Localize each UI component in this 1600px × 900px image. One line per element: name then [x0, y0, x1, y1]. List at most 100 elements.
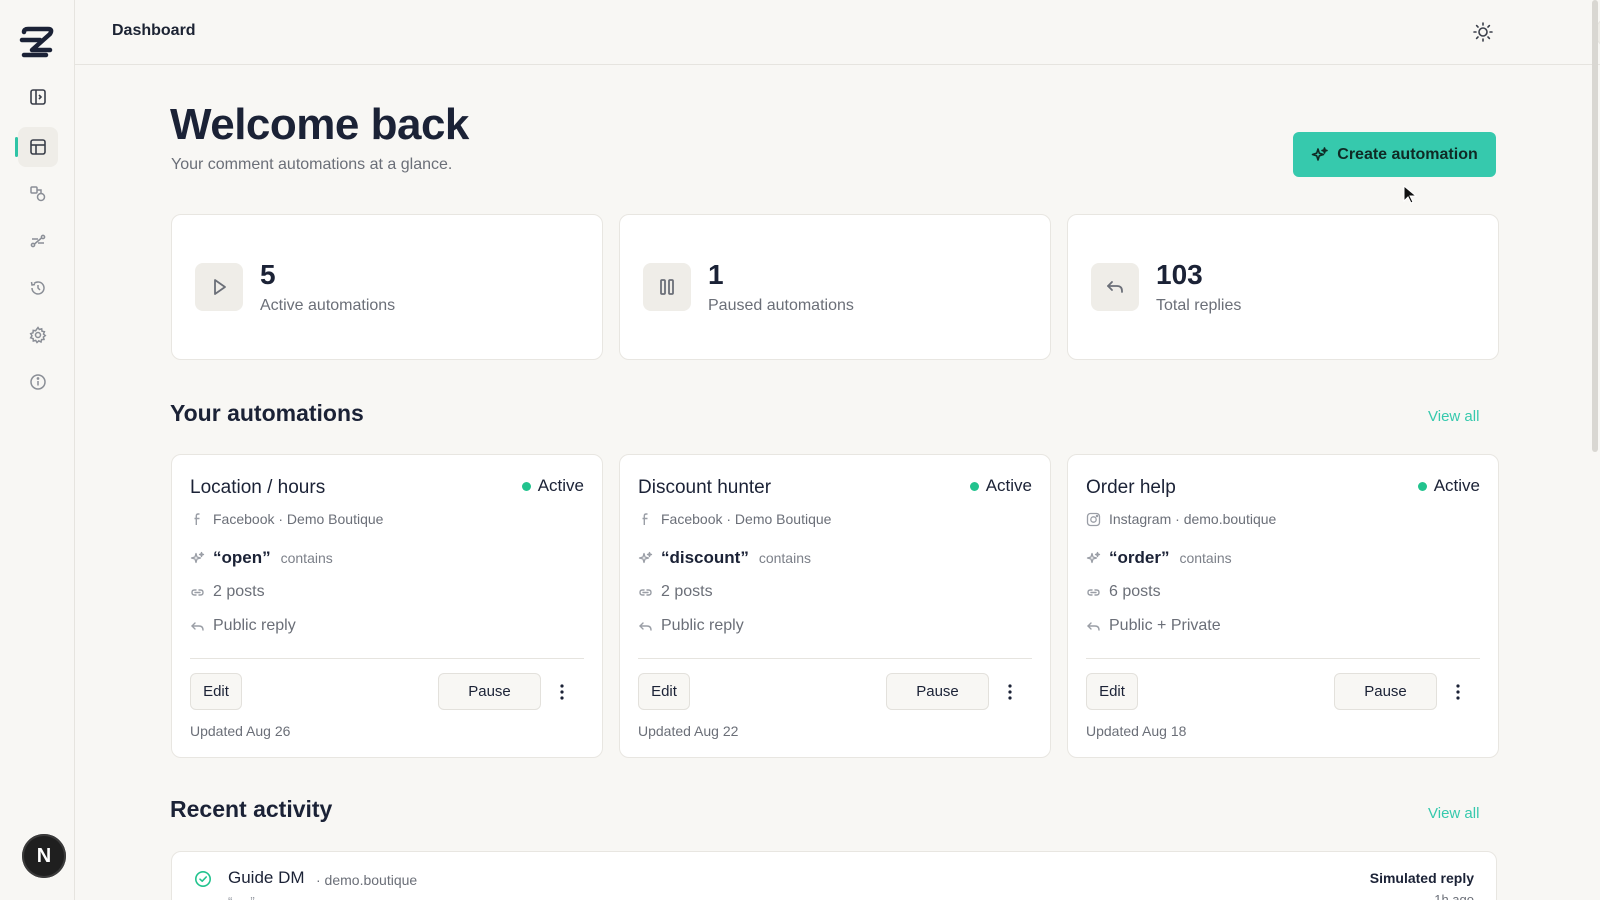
match-type: contains — [1179, 550, 1232, 566]
sparkles-icon — [1086, 551, 1101, 563]
page-header-title: Dashboard — [112, 22, 196, 39]
create-automation-label: Create automation — [1337, 145, 1478, 163]
page-subtitle: Your comment automations at a glance. — [171, 156, 453, 173]
sparkles-icon — [638, 551, 653, 563]
activity-status: Simulated reply — [1369, 870, 1474, 886]
automations-section-title: Your automations — [170, 400, 364, 426]
toggle-sidebar-button[interactable] — [18, 77, 58, 117]
layout-icon — [30, 139, 46, 155]
reply-row: Public reply — [638, 617, 744, 635]
edit-button[interactable]: Edit — [190, 673, 242, 710]
history-icon — [30, 281, 45, 295]
pause-button[interactable]: Pause — [1334, 673, 1437, 710]
facebook-icon — [194, 512, 200, 525]
reply-icon — [1087, 621, 1100, 631]
status-label: Active — [537, 476, 584, 495]
automation-card[interactable]: Location / hours Active Facebook · Demo … — [171, 454, 603, 758]
pause-button[interactable]: Pause — [438, 673, 541, 710]
scrollbar-thumb[interactable] — [1592, 0, 1598, 452]
info-icon — [30, 374, 46, 390]
updated-date: Updated Aug 22 — [638, 723, 739, 739]
reply-row: Public + Private — [1086, 617, 1221, 635]
sidebar-item-dashboard[interactable] — [15, 127, 58, 167]
pause-button[interactable]: Pause — [886, 673, 989, 710]
activity-account: · demo.boutique — [316, 872, 418, 888]
sidebar-toggle-icon — [30, 89, 46, 105]
posts-count: 2 posts — [213, 583, 265, 600]
more-vertical-icon[interactable] — [1447, 681, 1469, 703]
keyword-row: “open” contains — [190, 548, 333, 568]
scrollbar[interactable] — [1590, 0, 1600, 900]
sidebar-item-settings[interactable] — [18, 315, 58, 355]
match-type: contains — [280, 550, 333, 566]
sidebar-item-info[interactable] — [18, 362, 58, 402]
sidebar: N — [0, 0, 75, 900]
stat-label: Total replies — [1156, 297, 1242, 314]
edit-button[interactable]: Edit — [1086, 673, 1138, 710]
mouse-cursor-icon — [1403, 185, 1418, 204]
platform-label: Facebook · Demo Boutique — [661, 511, 832, 527]
reply-icon — [1091, 263, 1139, 311]
sparkles-icon — [1311, 146, 1329, 161]
shapes-icon — [30, 186, 46, 202]
posts-count: 2 posts — [661, 583, 713, 600]
sidebar-item-history[interactable] — [18, 268, 58, 308]
stat-value: 5 — [260, 259, 276, 290]
facebook-icon — [642, 512, 648, 525]
reply-type: Public reply — [213, 617, 296, 634]
workspace-badge[interactable]: N — [22, 834, 66, 878]
link-icon — [1087, 588, 1100, 596]
more-vertical-icon[interactable] — [551, 681, 573, 703]
play-icon — [195, 263, 243, 311]
activity-item[interactable]: Guide DM · demo.boutique “ ... ” Simulat… — [171, 851, 1497, 900]
platform-row: Facebook · Demo Boutique — [638, 511, 831, 527]
stat-value: 1 — [708, 259, 724, 290]
keyword-row: “discount” contains — [638, 548, 811, 568]
activity-section-title: Recent activity — [170, 796, 333, 822]
status-label: Active — [985, 476, 1032, 495]
keyword: “order” — [1109, 548, 1170, 567]
gear-icon — [29, 326, 47, 344]
sun-icon[interactable] — [1471, 20, 1495, 44]
link-icon — [639, 588, 652, 596]
pause-icon — [643, 263, 691, 311]
view-all-activity-link[interactable]: View all — [1428, 805, 1479, 822]
edit-button[interactable]: Edit — [638, 673, 690, 710]
status-badge: Active — [521, 476, 584, 496]
link-icon — [191, 588, 204, 596]
app-logo[interactable] — [18, 26, 56, 58]
platform-row: Facebook · Demo Boutique — [190, 511, 383, 527]
stat-label: Paused automations — [708, 297, 854, 314]
reply-row: Public reply — [190, 617, 296, 635]
automation-name: Location / hours — [190, 477, 326, 498]
posts-count: 6 posts — [1109, 583, 1161, 600]
stat-card-paused: 1 Paused automations — [619, 214, 1051, 360]
sidebar-item-automations[interactable] — [18, 174, 58, 214]
status-badge: Active — [969, 476, 1032, 496]
create-automation-button[interactable]: Create automation — [1293, 132, 1496, 177]
stat-card-replies: 103 Total replies — [1067, 214, 1499, 360]
keyword-row: “order” contains — [1086, 548, 1232, 568]
stat-value: 103 — [1156, 259, 1203, 290]
divider — [190, 658, 584, 659]
activity-snippet: “ ... ” — [228, 894, 255, 900]
reply-icon — [191, 621, 204, 631]
automation-card[interactable]: Order help Active Instagram · demo.bouti… — [1067, 454, 1499, 758]
match-type: contains — [758, 550, 811, 566]
sidebar-item-flows[interactable] — [18, 221, 58, 261]
check-circle-icon — [195, 871, 211, 887]
keyword: “open” — [213, 548, 271, 567]
posts-row: 2 posts — [638, 583, 713, 601]
keyword: “discount” — [661, 548, 749, 567]
more-vertical-icon[interactable] — [999, 681, 1021, 703]
platform-label: Instagram · demo.boutique — [1109, 511, 1277, 527]
automation-card[interactable]: Discount hunter Active Facebook · Demo B… — [619, 454, 1051, 758]
view-all-automations-link[interactable]: View all — [1428, 408, 1479, 425]
status-label: Active — [1433, 476, 1480, 495]
automation-name: Order help — [1086, 477, 1176, 498]
top-header: Dashboard D — [75, 0, 1600, 65]
platform-row: Instagram · demo.boutique — [1086, 511, 1276, 527]
reply-icon — [639, 621, 652, 631]
instagram-icon — [1086, 512, 1101, 526]
updated-date: Updated Aug 26 — [190, 723, 291, 739]
